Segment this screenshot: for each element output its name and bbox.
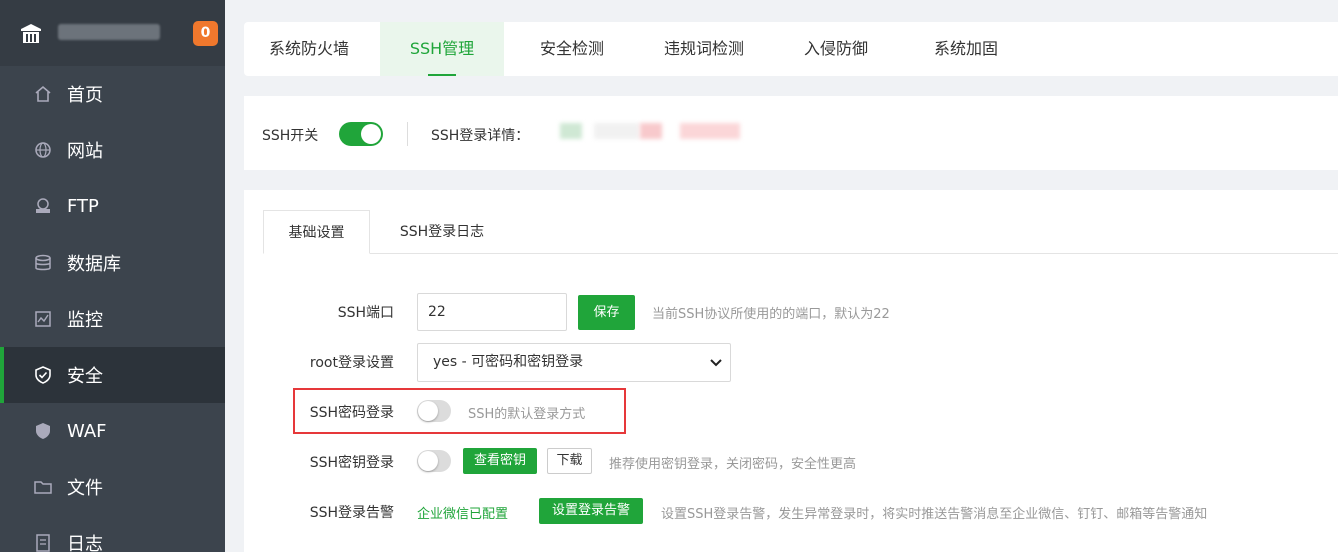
view-key-button[interactable]: 查看密钥 xyxy=(463,448,537,474)
subtab-ssh-login-log[interactable]: SSH登录日志 xyxy=(382,210,502,254)
sidebar-header: 0 xyxy=(0,0,225,66)
sidebar-item-label: 日志 xyxy=(67,534,103,552)
folder-icon xyxy=(33,477,53,497)
notification-badge[interactable]: 0 xyxy=(193,21,218,46)
waf-shield-icon xyxy=(33,421,53,441)
set-login-alert-button[interactable]: 设置登录告警 xyxy=(539,498,643,524)
shield-icon xyxy=(33,365,53,385)
logo-icon xyxy=(21,24,41,43)
ftp-icon xyxy=(33,196,53,216)
sidebar-item-label: 数据库 xyxy=(67,254,121,275)
login-alert-label: SSH登录告警 xyxy=(309,505,394,521)
sidebar-item-waf[interactable]: WAF xyxy=(0,403,225,459)
sidebar-item-security[interactable]: 安全 xyxy=(0,347,225,403)
sidebar-item-logs[interactable]: 日志 xyxy=(0,515,225,552)
account-name-redacted xyxy=(58,24,160,40)
sidebar-item-monitor[interactable]: 监控 xyxy=(0,291,225,347)
sidebar: 0 首页 网站 FTP 数据库 监控 安全 WAF 文件 日志 xyxy=(0,0,225,552)
ssh-port-label: SSH端口 xyxy=(337,305,394,321)
sidebar-item-ftp[interactable]: FTP xyxy=(0,178,225,234)
ssh-settings-panel: 基础设置 SSH登录日志 SSH端口 22 保存 当前SSH协议所使用的的端口，… xyxy=(244,190,1338,552)
alert-status-link[interactable]: 企业微信已配置 xyxy=(417,503,508,522)
redacted-detail xyxy=(640,123,662,139)
log-icon xyxy=(33,533,53,552)
sidebar-item-home[interactable]: 首页 xyxy=(0,66,225,122)
sidebar-item-label: 网站 xyxy=(67,141,103,162)
sidebar-item-label: FTP xyxy=(67,195,99,217)
monitor-icon xyxy=(33,309,53,329)
key-login-label: SSH密钥登录 xyxy=(309,455,394,471)
sidebar-item-website[interactable]: 网站 xyxy=(0,122,225,178)
save-port-button[interactable]: 保存 xyxy=(578,295,635,330)
login-alert-hint: 设置SSH登录告警，发生异常登录时，将实时推送告警消息至企业微信、钉钉、邮箱等告… xyxy=(661,507,1208,522)
root-login-select[interactable]: yes - 可密码和密钥登录 xyxy=(417,343,731,382)
sidebar-item-label: WAF xyxy=(67,420,107,442)
ssh-switch-toggle[interactable] xyxy=(339,122,383,146)
ssh-port-input[interactable]: 22 xyxy=(417,293,567,331)
key-login-toggle[interactable] xyxy=(417,450,451,472)
divider xyxy=(407,122,408,146)
key-login-hint: 推荐使用密钥登录，关闭密码，安全性更高 xyxy=(609,457,857,472)
redacted-detail xyxy=(560,123,582,139)
globe-icon xyxy=(33,140,53,160)
password-login-label: SSH密码登录 xyxy=(309,405,394,421)
ssh-port-hint: 当前SSH协议所使用的的端口，默认为22 xyxy=(652,307,890,322)
tab-firewall[interactable]: 系统防火墙 xyxy=(254,22,364,76)
password-login-hint: SSH的默认登录方式 xyxy=(468,407,586,422)
sidebar-item-label: 文件 xyxy=(67,478,103,499)
sidebar-item-label: 监控 xyxy=(67,310,103,331)
password-login-toggle[interactable] xyxy=(417,400,451,422)
redacted-detail xyxy=(680,123,740,139)
subtab-basic-settings[interactable]: 基础设置 xyxy=(263,210,370,254)
sidebar-item-files[interactable]: 文件 xyxy=(0,459,225,515)
root-login-value: yes - 可密码和密钥登录 xyxy=(433,354,584,370)
security-tabs: 系统防火墙 SSH管理 安全检测 违规词检测 入侵防御 系统加固 xyxy=(244,22,1338,76)
ssh-status-bar: SSH开关 SSH登录详情： xyxy=(244,96,1338,170)
sidebar-item-database[interactable]: 数据库 xyxy=(0,235,225,291)
tab-intrusion-defense[interactable]: 入侵防御 xyxy=(784,22,888,76)
download-key-button[interactable]: 下载 xyxy=(547,448,592,474)
tab-ssh[interactable]: SSH管理 xyxy=(380,22,504,76)
tab-system-hardening[interactable]: 系统加固 xyxy=(914,22,1018,76)
root-login-label: root登录设置 xyxy=(309,355,394,371)
chevron-down-icon xyxy=(710,359,722,367)
database-icon xyxy=(33,253,53,273)
redacted-detail xyxy=(594,123,639,139)
home-icon xyxy=(33,84,53,104)
tab-security-scan[interactable]: 安全检测 xyxy=(520,22,624,76)
sidebar-item-label: 首页 xyxy=(67,85,103,106)
ssh-switch-label: SSH开关 xyxy=(262,128,319,144)
ssh-login-detail-label: SSH登录详情： xyxy=(431,128,530,144)
sidebar-item-label: 安全 xyxy=(67,366,103,387)
tab-violation-words[interactable]: 违规词检测 xyxy=(644,22,764,76)
